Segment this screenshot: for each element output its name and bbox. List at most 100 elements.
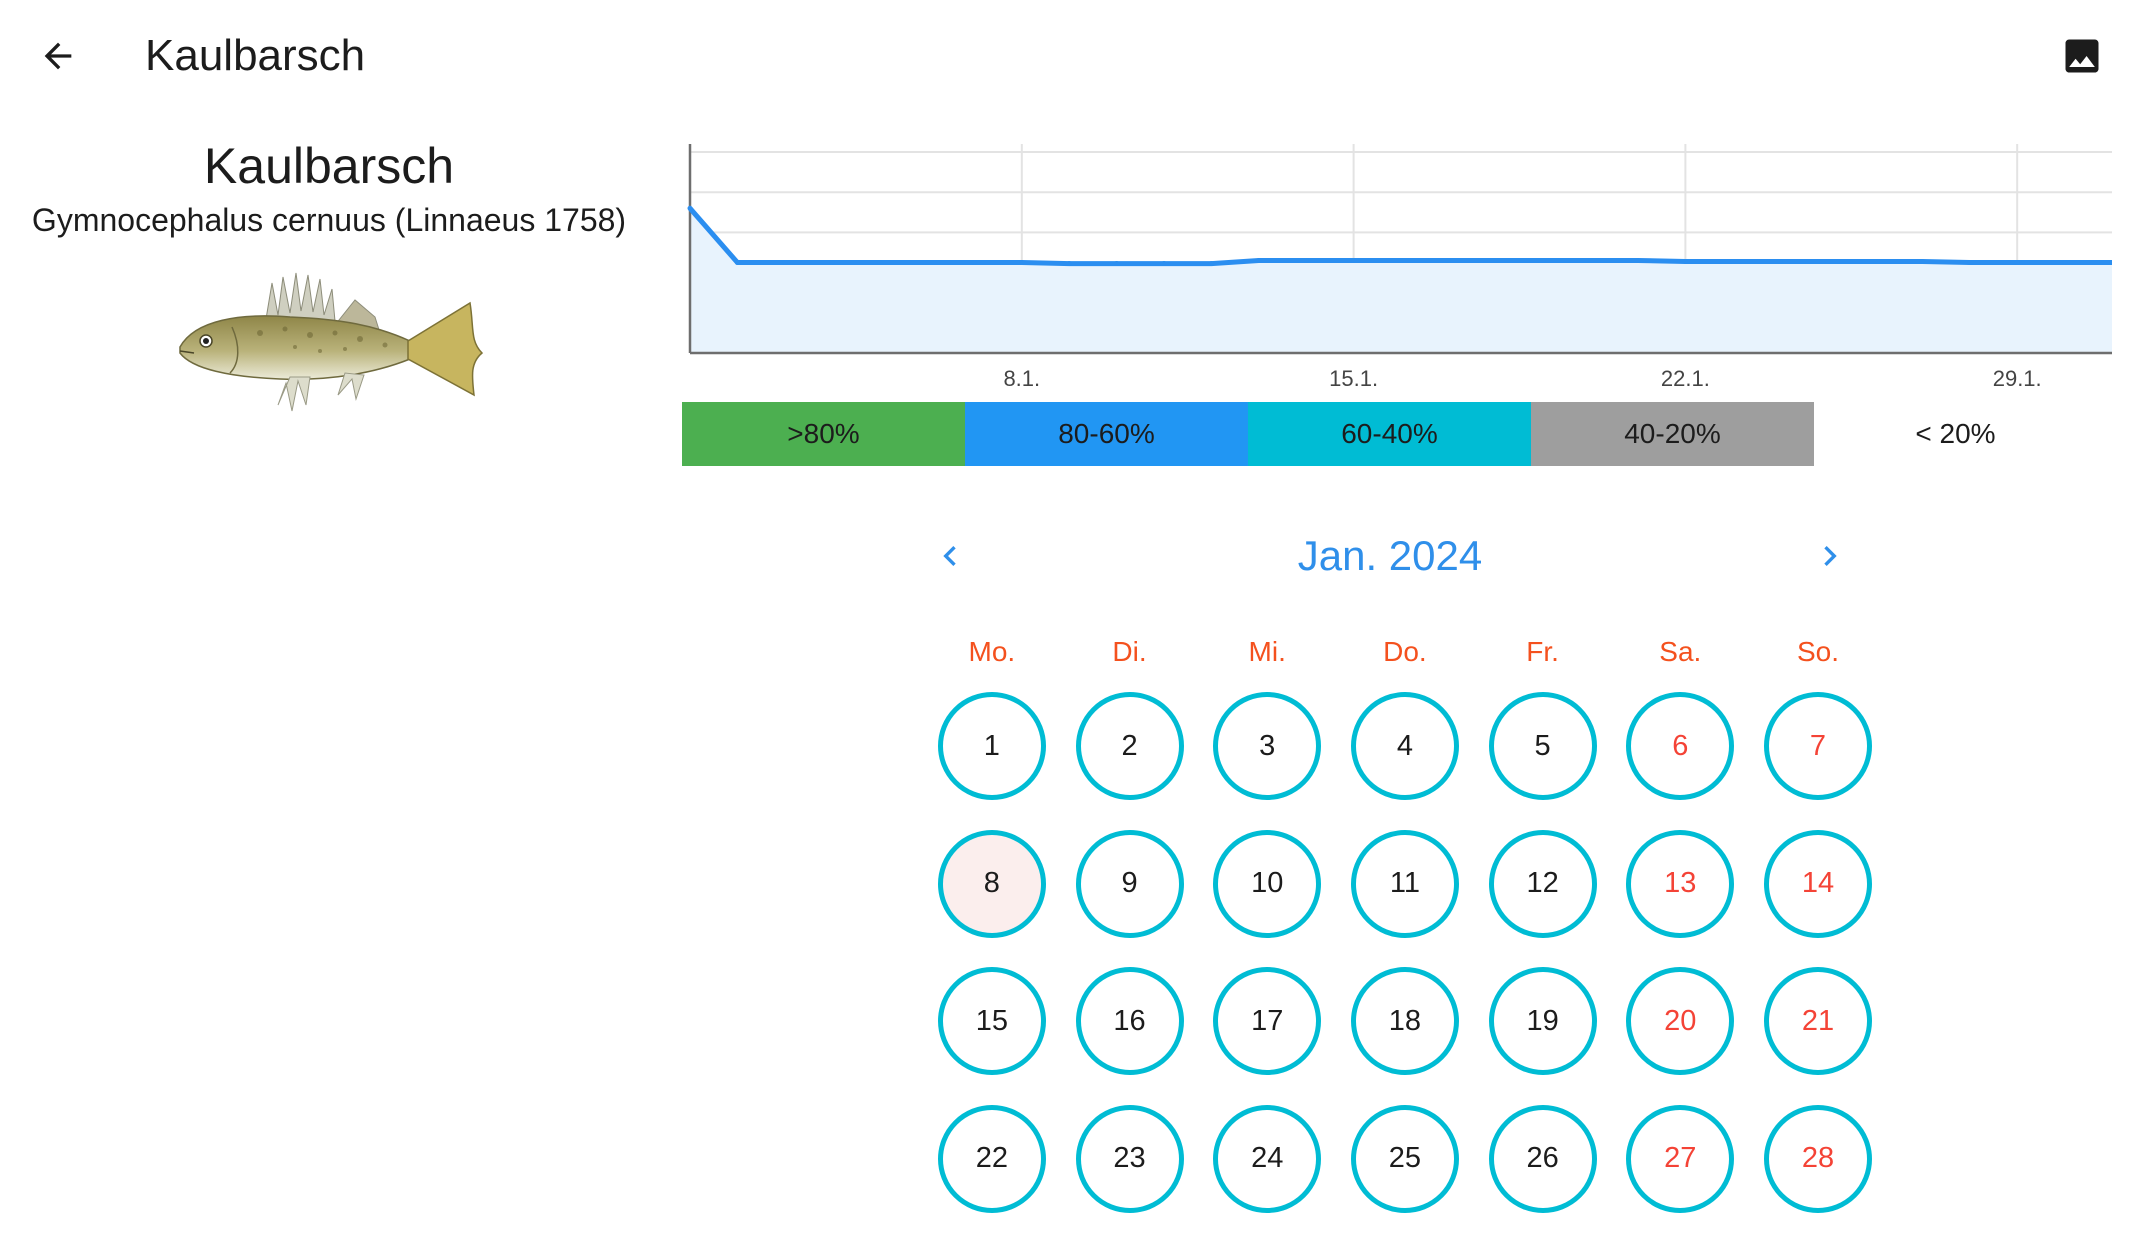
weekday-label: Fr.: [1474, 636, 1612, 668]
back-button[interactable]: [30, 28, 86, 84]
calendar-day-button[interactable]: 15: [938, 967, 1046, 1075]
calendar-day-button[interactable]: 1: [938, 692, 1046, 800]
species-common-name: Kaulbarsch: [0, 137, 658, 195]
chart-data-point: [1967, 260, 1972, 265]
chart-data-point: [1162, 261, 1167, 266]
calendar-day-button[interactable]: 26: [1489, 1105, 1597, 1213]
calendar-day-button[interactable]: 18: [1351, 967, 1459, 1075]
calendar-day-cell: 4: [1336, 692, 1474, 830]
calendar-day-cell: 25: [1336, 1105, 1474, 1242]
calendar-day-cell: 5: [1474, 692, 1612, 830]
calendar-day-button[interactable]: 25: [1351, 1105, 1459, 1213]
weekday-label: So.: [1749, 636, 1887, 668]
chart-data-point: [1446, 258, 1451, 263]
chart-data-point: [1683, 259, 1688, 264]
calendar-day-button[interactable]: 17: [1213, 967, 1321, 1075]
calendar-day-cell: 21: [1749, 967, 1887, 1105]
chart-x-tick-label: 8.1.: [1003, 366, 1040, 391]
calendar-day-button[interactable]: 3: [1213, 692, 1321, 800]
legend-label: >80%: [787, 418, 859, 450]
chart-data-point: [1399, 258, 1404, 263]
species-scientific-name: Gymnocephalus cernuus (Linnaeus 1758): [0, 200, 658, 240]
calendar-day-cell: 14: [1749, 830, 1887, 968]
fish-illustration: [170, 255, 500, 425]
chart-canvas: 8.1.15.1.22.1.29.1.: [680, 140, 2112, 400]
calendar-day-button[interactable]: 27: [1626, 1105, 1734, 1213]
chart-data-point: [1351, 258, 1356, 263]
calendar-day-cell: 15: [923, 967, 1061, 1105]
image-button[interactable]: [2060, 34, 2104, 78]
calendar-day-cell: 2: [1061, 692, 1199, 830]
calendar-day-button[interactable]: 28: [1764, 1105, 1872, 1213]
weekday-header-row: Mo. Di. Mi. Do. Fr. Sa. So.: [923, 636, 1887, 668]
chart-data-point: [1114, 261, 1119, 266]
calendar-day-button[interactable]: 16: [1076, 967, 1184, 1075]
calendar-day-cell: 19: [1474, 967, 1612, 1105]
chart-data-point: [1778, 259, 1783, 264]
chart-data-point: [1209, 261, 1214, 266]
calendar-day-cell: 27: [1611, 1105, 1749, 1242]
app-bar: Kaulbarsch: [0, 0, 2132, 112]
calendar-day-cell: 7: [1749, 692, 1887, 830]
calendar-day-cell: 24: [1198, 1105, 1336, 1242]
calendar-day-button[interactable]: 11: [1351, 830, 1459, 938]
calendar-day-button[interactable]: 5: [1489, 692, 1597, 800]
calendar-day-button[interactable]: 9: [1076, 830, 1184, 938]
calendar-day-button[interactable]: 8: [938, 830, 1046, 938]
weekday-label: Sa.: [1611, 636, 1749, 668]
calendar-day-cell: 23: [1061, 1105, 1199, 1242]
calendar-day-cell: 26: [1474, 1105, 1612, 1242]
calendar-day-button[interactable]: 10: [1213, 830, 1321, 938]
weekday-label: Do.: [1336, 636, 1474, 668]
calendar-day-cell: 12: [1474, 830, 1612, 968]
calendar-day-button[interactable]: 7: [1764, 692, 1872, 800]
calendar-day-button[interactable]: 6: [1626, 692, 1734, 800]
weekday-label: Mi.: [1198, 636, 1336, 668]
calendar-day-button[interactable]: 19: [1489, 967, 1597, 1075]
calendar-day-cell: 8: [923, 830, 1061, 968]
chart-data-point: [2015, 260, 2020, 265]
chart-series-line: [690, 208, 2112, 263]
calendar-day-cell: 1: [923, 692, 1061, 830]
legend-label: 60-40%: [1341, 418, 1438, 450]
calendar-day-cell: 11: [1336, 830, 1474, 968]
legend-segment-40-20: 40-20%: [1531, 402, 1814, 466]
page-title: Kaulbarsch: [145, 30, 365, 82]
availability-chart: 8.1.15.1.22.1.29.1.: [680, 140, 2112, 400]
image-icon: [2060, 34, 2104, 78]
calendar-day-button[interactable]: 20: [1626, 967, 1734, 1075]
chart-x-tick-label: 15.1.: [1329, 366, 1378, 391]
calendar-day-cell: 28: [1749, 1105, 1887, 1242]
legend-segment-over-80: >80%: [682, 402, 965, 466]
next-month-button[interactable]: [1800, 526, 1860, 586]
calendar-day-grid: 1234567891011121314151617181920212223242…: [923, 692, 1887, 1242]
chart-data-point: [1873, 259, 1878, 264]
chart-data-point: [1019, 260, 1024, 265]
legend-segment-under-20: < 20%: [1814, 402, 2097, 466]
chart-data-point: [2062, 260, 2067, 265]
chart-data-point: [688, 206, 693, 211]
legend-label: < 20%: [1915, 418, 1995, 450]
calendar-day-button[interactable]: 21: [1764, 967, 1872, 1075]
calendar-day-button[interactable]: 24: [1213, 1105, 1321, 1213]
calendar-day-button[interactable]: 22: [938, 1105, 1046, 1213]
chart-data-point: [735, 260, 740, 265]
calendar-day-button[interactable]: 14: [1764, 830, 1872, 938]
calendar-day-cell: 10: [1198, 830, 1336, 968]
calendar-day-button[interactable]: 12: [1489, 830, 1597, 938]
chart-data-point: [1920, 259, 1925, 264]
chart-data-point: [782, 260, 787, 265]
calendar-day-button[interactable]: 13: [1626, 830, 1734, 938]
calendar-day-cell: 18: [1336, 967, 1474, 1105]
calendar-day-button[interactable]: 23: [1076, 1105, 1184, 1213]
calendar-day-cell: 13: [1611, 830, 1749, 968]
legend-segment-80-60: 80-60%: [965, 402, 1248, 466]
percentage-legend: >80% 80-60% 60-40% 40-20% < 20%: [682, 402, 2097, 466]
chart-data-point: [1636, 258, 1641, 263]
calendar-day-cell: 3: [1198, 692, 1336, 830]
chart-data-point: [1304, 258, 1309, 263]
calendar-day-button[interactable]: 2: [1076, 692, 1184, 800]
legend-label: 40-20%: [1624, 418, 1721, 450]
calendar-day-button[interactable]: 4: [1351, 692, 1459, 800]
chart-data-point: [1825, 259, 1830, 264]
